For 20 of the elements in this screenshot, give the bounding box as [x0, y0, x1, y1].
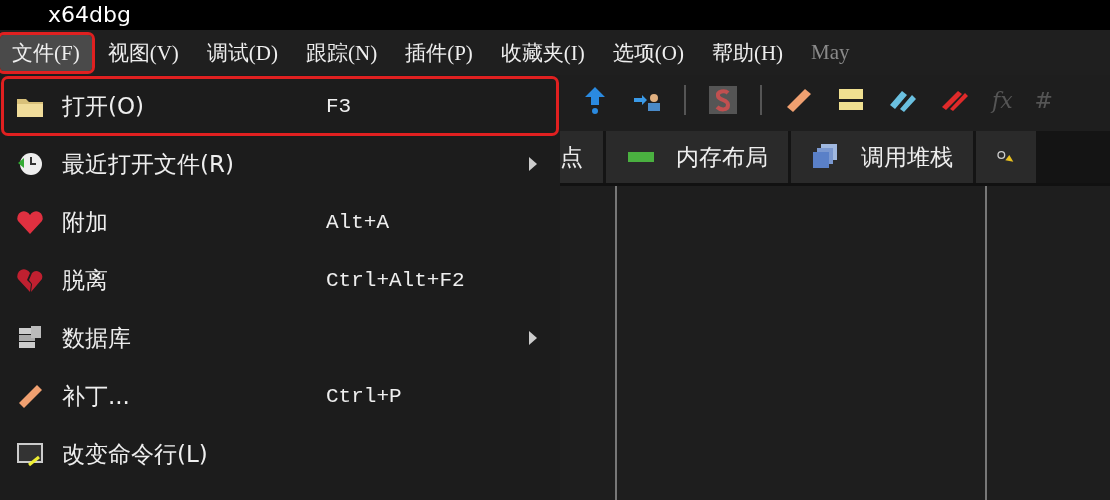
- menu-item[interactable]: 改变命令行(L): [4, 427, 556, 481]
- menu-entry[interactable]: 视图(V): [95, 34, 191, 71]
- menu-entry[interactable]: 选项(O): [600, 34, 696, 71]
- tab[interactable]: 调用堆栈: [791, 131, 973, 183]
- menu-entry[interactable]: 文件(F): [0, 34, 92, 71]
- s-block-icon[interactable]: [708, 85, 738, 115]
- tab[interactable]: 点: [560, 131, 603, 183]
- menu-entry[interactable]: 收藏夹(I): [488, 34, 597, 71]
- menu-item[interactable]: 补丁... Ctrl+P: [4, 369, 556, 423]
- menu-entry[interactable]: 跟踪(N): [294, 34, 390, 71]
- menu-item[interactable]: 数据库: [4, 311, 556, 365]
- menu-item[interactable]: 脱离 Ctrl+Alt+F2: [4, 253, 556, 307]
- menu-entry[interactable]: 帮助(H): [699, 34, 796, 71]
- menu-item[interactable]: 打开(O) F3: [4, 79, 556, 133]
- menu-entry[interactable]: 调试(D): [194, 34, 290, 71]
- menu-item[interactable]: 附加 Alt+A: [4, 195, 556, 249]
- menu-entry[interactable]: 插件(P): [393, 34, 485, 71]
- window-title: x64dbg: [48, 2, 131, 28]
- tab[interactable]: 内存布局: [606, 131, 788, 183]
- menu-item[interactable]: 最近打开文件(R): [4, 137, 556, 191]
